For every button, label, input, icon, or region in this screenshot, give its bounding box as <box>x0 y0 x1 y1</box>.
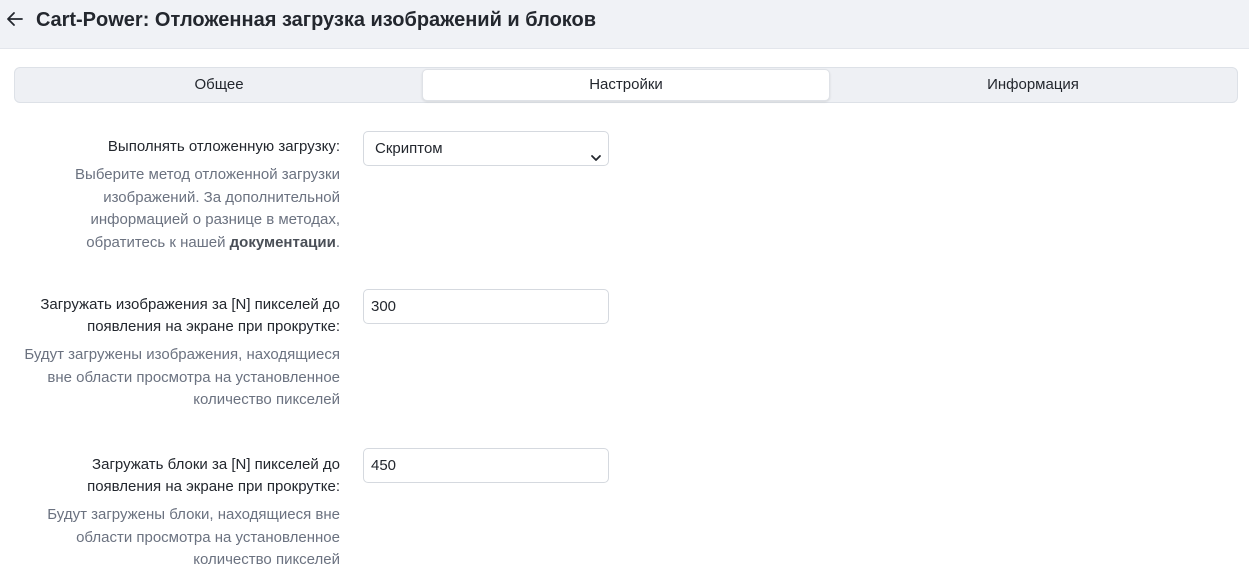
tab-general[interactable]: Общее <box>16 69 422 101</box>
tab-settings[interactable]: Настройки <box>422 69 830 101</box>
lazy-mode-select[interactable]: Скриптом <box>363 131 609 166</box>
lazy-mode-label-col: Выполнять отложенную загрузку: Выберите … <box>0 136 340 254</box>
lazy-mode-selected-value: Скриптом <box>375 140 443 157</box>
page-header: Cart-Power: Отложенная загрузка изображе… <box>0 0 1249 49</box>
blocks-offset-label: Загружать блоки за [N] пикселей до появл… <box>87 456 340 495</box>
images-offset-help: Будут загружены изображения, находящиеся… <box>24 346 340 408</box>
lazy-mode-help-end: . <box>335 233 340 251</box>
page-title: Cart-Power: Отложенная загрузка изображе… <box>36 9 597 31</box>
images-offset-label: Загружать изображения за [N] пикселей до… <box>40 296 340 335</box>
lazy-mode-help: Выберите метод отложенной загрузки изобр… <box>0 164 340 254</box>
chevron-down-icon <box>590 143 602 176</box>
blocks-offset-label-col: Загружать блоки за [N] пикселей до появл… <box>0 454 340 572</box>
arrow-left-icon <box>4 8 26 30</box>
images-offset-input[interactable]: 300 <box>363 289 609 324</box>
blocks-offset-input[interactable]: 450 <box>363 448 609 483</box>
blocks-offset-help: Будут загружены блоки, находящиеся вне о… <box>47 506 340 568</box>
documentation-link[interactable]: документации <box>230 234 336 251</box>
tab-information[interactable]: Информация <box>830 69 1236 101</box>
images-offset-label-col: Загружать изображения за [N] пикселей до… <box>0 294 340 412</box>
lazy-mode-label: Выполнять отложенную загрузку: <box>107 138 340 155</box>
tab-bar: Общее Настройки Информация <box>14 67 1238 103</box>
back-button[interactable] <box>4 8 26 30</box>
